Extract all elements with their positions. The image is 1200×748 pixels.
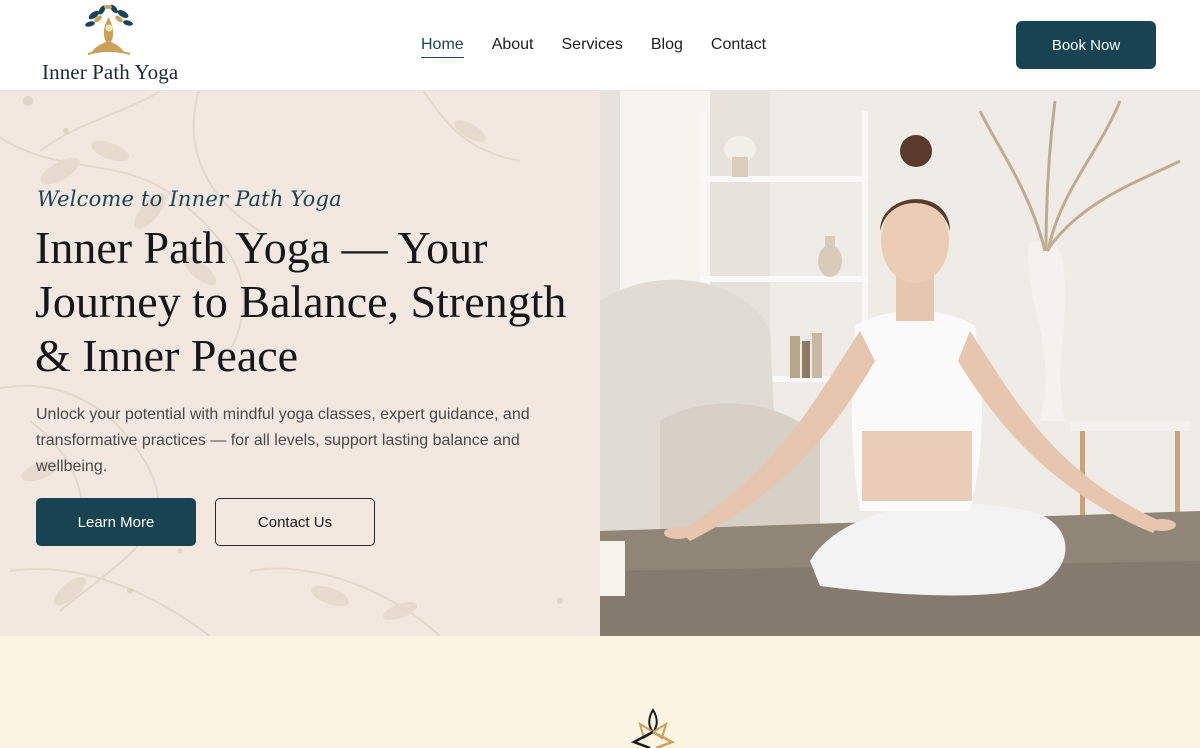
contact-us-button[interactable]: Contact Us	[215, 498, 375, 546]
hero-title: Inner Path Yoga — Your Journey to Balanc…	[35, 222, 567, 381]
book-now-button[interactable]: Book Now	[1016, 21, 1156, 69]
logo-text: Inner Path Yoga	[42, 60, 179, 84]
tree-meditation-logo-icon	[85, 4, 133, 55]
nav-contact[interactable]: Contact	[711, 34, 766, 58]
nav-about[interactable]: About	[492, 34, 534, 58]
nav-home[interactable]: Home	[421, 34, 464, 58]
logo[interactable]: Inner Path Yoga	[38, 4, 188, 88]
intro-section	[0, 636, 1200, 748]
nav-blog[interactable]: Blog	[651, 34, 683, 58]
woman-meditating-photo	[600, 91, 1200, 636]
hero-text-panel: Welcome to Inner Path Yoga Inner Path Yo…	[0, 91, 600, 636]
hero-welcome-text: Welcome to Inner Path Yoga	[37, 187, 342, 211]
nav-services[interactable]: Services	[562, 34, 623, 58]
lotus-person-icon	[630, 708, 676, 748]
learn-more-button[interactable]: Learn More	[36, 498, 196, 546]
main-nav: Home About Services Blog Contact	[421, 34, 766, 58]
hero-description: Unlock your potential with mindful yoga …	[36, 406, 530, 475]
site-header: Inner Path Yoga Home About Services Blog…	[0, 0, 1200, 91]
hero-image	[600, 91, 1200, 636]
